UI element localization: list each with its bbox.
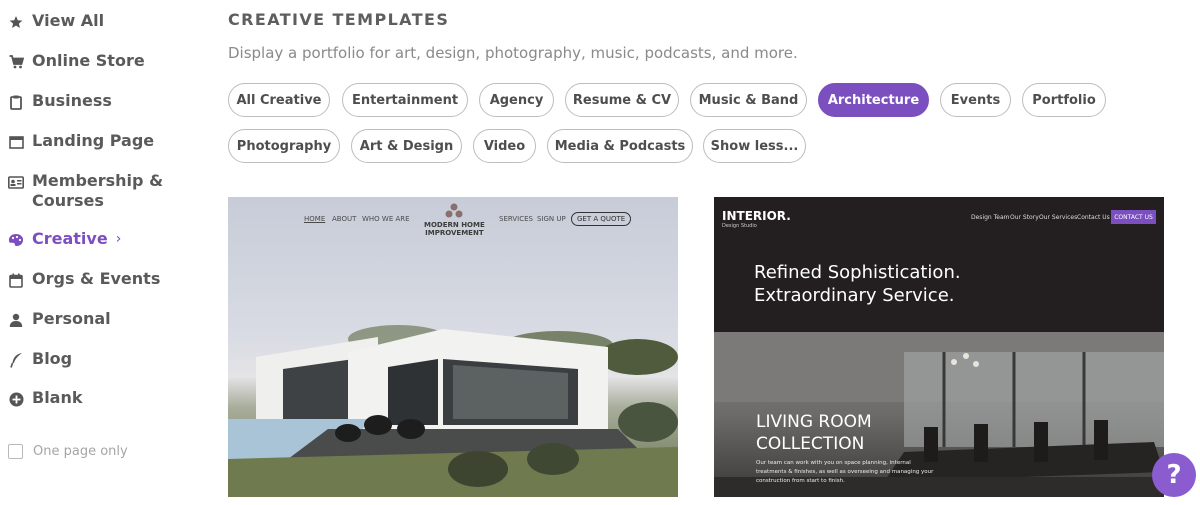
palette-icon: [8, 229, 24, 251]
collection-line-2: COLLECTION: [756, 434, 865, 454]
chevron-right-icon: ›: [115, 231, 122, 247]
sidebar-item-label: Landing Page: [32, 131, 155, 150]
filter-all-creative[interactable]: All Creative: [228, 83, 330, 117]
id-card-icon: [8, 171, 24, 193]
one-page-only-checkbox[interactable]: [8, 444, 23, 459]
sidebar-item-label: Blog: [32, 349, 73, 368]
quill-icon: [8, 349, 24, 371]
filter-resume-cv[interactable]: Resume & CV: [565, 83, 679, 117]
plus-circle-icon: [8, 388, 24, 410]
headline-line-1: Refined Sophistication.: [754, 262, 961, 283]
filter-video[interactable]: Video: [473, 129, 536, 163]
template-logo: MODERN HOME IMPROVEMENT: [424, 203, 485, 237]
help-button[interactable]: ?: [1152, 453, 1196, 497]
sidebar-item-personal[interactable]: Personal: [8, 309, 111, 331]
template-headline: Refined Sophistication. Extraordinary Se…: [754, 261, 961, 307]
window-icon: [8, 131, 24, 153]
sidebar-item-orgs-events[interactable]: Orgs & Events: [8, 269, 160, 291]
sidebar-item-label: Membership & Courses: [32, 171, 164, 210]
template-nav-design-team: Design Team: [971, 214, 1010, 221]
template-nav-sign-up: SIGN UP: [537, 215, 566, 223]
headline-line-2: Extraordinary Service.: [754, 285, 955, 306]
sidebar-item-label: Online Store: [32, 51, 145, 70]
sidebar-item-label: Blank: [32, 388, 83, 407]
template-contact-button: CONTACT US: [1111, 210, 1156, 224]
template-get-quote-button: GET A QUOTE: [571, 212, 632, 226]
filter-photography[interactable]: Photography: [228, 129, 340, 163]
page-subtitle: Display a portfolio for art, design, pho…: [228, 44, 798, 62]
filter-agency[interactable]: Agency: [479, 83, 554, 117]
clipboard-icon: [8, 91, 24, 113]
filter-art-design[interactable]: Art & Design: [351, 129, 462, 163]
sidebar-item-online-store[interactable]: Online Store: [8, 51, 145, 73]
logo-line-1: MODERN HOME: [424, 221, 485, 229]
template-card-interior[interactable]: INTERIOR. Design Studio Design Team Our …: [714, 197, 1164, 497]
template-card-modern-home-improvement[interactable]: HOME ABOUT WHO WE ARE MODERN HOME IMPROV…: [228, 197, 678, 497]
logo-mark-icon: [445, 203, 463, 218]
person-icon: [8, 309, 24, 331]
calendar-icon: [8, 269, 24, 291]
star-icon: [8, 11, 24, 33]
one-page-only-label: One page only: [33, 444, 128, 459]
collection-line-1: LIVING ROOM: [756, 412, 872, 432]
filter-portfolio[interactable]: Portfolio: [1022, 83, 1106, 117]
template-collection-title: LIVING ROOM COLLECTION: [756, 411, 872, 455]
sidebar-item-label: Personal: [32, 309, 111, 328]
filter-music-band[interactable]: Music & Band: [690, 83, 807, 117]
template-nav-about: ABOUT: [332, 215, 357, 223]
template-nav-home: HOME: [304, 215, 326, 223]
template-nav-our-story: Our Story: [1010, 214, 1039, 221]
one-page-only-option[interactable]: One page only: [8, 444, 128, 459]
sidebar-item-label: View All: [32, 11, 105, 30]
sidebar-item-view-all[interactable]: View All: [8, 11, 104, 33]
logo-line-2: IMPROVEMENT: [425, 229, 484, 237]
filter-architecture[interactable]: Architecture: [818, 83, 929, 117]
template-brand: INTERIOR.: [722, 209, 791, 223]
sidebar-item-blank[interactable]: Blank: [8, 388, 83, 410]
template-nav-who-we-are: WHO WE ARE: [362, 215, 410, 223]
sidebar-item-label: Creative: [32, 229, 108, 248]
sidebar-item-membership-courses[interactable]: Membership & Courses: [8, 171, 172, 211]
page-title: CREATIVE TEMPLATES: [228, 10, 450, 29]
template-nav-services: SERVICES: [499, 215, 533, 223]
template-nav-our-services: Our Services: [1039, 214, 1078, 221]
category-sidebar: View All Online Store Business Landing P…: [0, 0, 200, 505]
filter-events[interactable]: Events: [940, 83, 1011, 117]
sidebar-item-creative[interactable]: Creative ›: [8, 229, 121, 251]
filter-media-podcasts[interactable]: Media & Podcasts: [547, 129, 693, 163]
show-less-button[interactable]: Show less...: [703, 129, 806, 163]
sidebar-item-landing-page[interactable]: Landing Page: [8, 131, 154, 153]
template-brand-subtitle: Design Studio: [722, 223, 757, 229]
house-photo: [228, 325, 678, 497]
sidebar-item-label: Business: [32, 91, 112, 110]
sidebar-item-business[interactable]: Business: [8, 91, 112, 113]
sidebar-item-blog[interactable]: Blog: [8, 349, 72, 371]
template-body-text: Our team can work with you on space plan…: [756, 460, 934, 484]
filter-entertainment[interactable]: Entertainment: [342, 83, 468, 117]
cart-icon: [8, 51, 24, 73]
template-nav-contact-us: Contact Us: [1077, 214, 1110, 221]
sidebar-item-label: Orgs & Events: [32, 269, 161, 288]
